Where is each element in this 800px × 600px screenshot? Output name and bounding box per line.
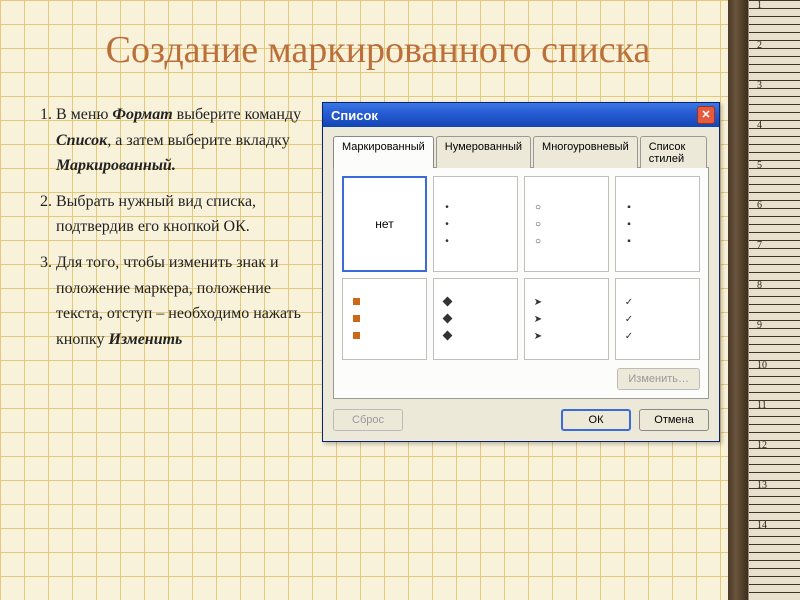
dialog-title: Список xyxy=(331,108,378,123)
reset-button[interactable]: Сброс xyxy=(333,409,403,431)
tab-panel: нет • • • ○ ○ ○ ▪ xyxy=(333,167,709,399)
tab-numbered[interactable]: Нумерованный xyxy=(436,136,531,168)
list-dialog: Список ✕ МаркированныйНумерованныйМногоу… xyxy=(322,102,720,442)
bullet-style-grid: нет • • • ○ ○ ○ ▪ xyxy=(342,176,700,360)
bullet-option-disc[interactable]: • • • xyxy=(433,176,518,272)
bullet-option-orange-square[interactable] xyxy=(342,278,427,360)
step-item: В меню Формат выберите команду Список, а… xyxy=(56,102,316,179)
ok-button[interactable]: ОК xyxy=(561,409,631,431)
tab-bulleted[interactable]: Маркированный xyxy=(333,136,434,168)
bullet-option-square[interactable]: ▪ ▪ ▪ xyxy=(615,176,700,272)
ruler-decoration: 1234567891011121314 xyxy=(748,0,800,600)
modify-button[interactable]: Изменить… xyxy=(617,368,700,390)
tabs: МаркированныйНумерованныйМногоуровневыйС… xyxy=(333,135,709,167)
bullet-option-check[interactable]: ✓ ✓ ✓ xyxy=(615,278,700,360)
bullet-option-circle[interactable]: ○ ○ ○ xyxy=(524,176,609,272)
bullet-option-diamond[interactable] xyxy=(433,278,518,360)
notebook-binding xyxy=(728,0,748,600)
bullet-option-none[interactable]: нет xyxy=(342,176,427,272)
tab-styles[interactable]: Список стилей xyxy=(640,136,707,168)
dialog-titlebar[interactable]: Список ✕ xyxy=(323,103,719,127)
cancel-button[interactable]: Отмена xyxy=(639,409,709,431)
bullet-option-arrow[interactable]: ➤ ➤ ➤ xyxy=(524,278,609,360)
slide-title: Создание маркированного списка xyxy=(36,28,720,72)
tab-multilevel[interactable]: Многоуровневый xyxy=(533,136,638,168)
close-icon[interactable]: ✕ xyxy=(697,106,715,124)
step-item: Выбрать нужный вид списка, подтвердив ег… xyxy=(56,189,316,240)
instruction-list: В меню Формат выберите команду Список, а… xyxy=(36,102,316,362)
step-item: Для того, чтобы изменить знак и положени… xyxy=(56,250,316,352)
